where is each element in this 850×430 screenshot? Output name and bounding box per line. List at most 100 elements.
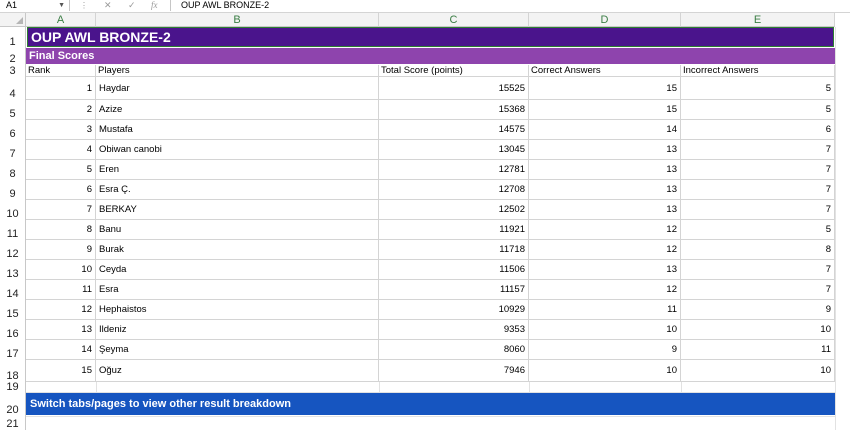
correct-answers-cell[interactable]: 13 bbox=[529, 160, 681, 180]
sheet-subtitle[interactable]: Final Scores bbox=[26, 48, 835, 64]
incorrect-answers-cell[interactable]: 10 bbox=[681, 320, 835, 340]
total-score-cell[interactable]: 11921 bbox=[379, 220, 529, 240]
total-score-cell[interactable]: 12781 bbox=[379, 160, 529, 180]
row-header[interactable]: 8 bbox=[0, 160, 26, 180]
sheet-title[interactable]: OUP AWL BRONZE-2 bbox=[27, 27, 834, 47]
rank-cell[interactable]: 6 bbox=[26, 180, 96, 200]
correct-answers-cell[interactable]: 12 bbox=[529, 220, 681, 240]
total-score-cell[interactable]: 12708 bbox=[379, 180, 529, 200]
correct-answers-cell[interactable]: 10 bbox=[529, 360, 681, 382]
rank-cell[interactable]: 2 bbox=[26, 100, 96, 120]
incorrect-answers-cell[interactable]: 9 bbox=[681, 300, 835, 320]
correct-answers-cell[interactable]: 13 bbox=[529, 180, 681, 200]
correct-answers-cell[interactable]: 15 bbox=[529, 100, 681, 120]
header-correct-answers[interactable]: Correct Answers bbox=[529, 65, 681, 77]
rank-cell[interactable]: 13 bbox=[26, 320, 96, 340]
rank-cell[interactable]: 3 bbox=[26, 120, 96, 140]
total-score-cell[interactable]: 7946 bbox=[379, 360, 529, 382]
correct-answers-cell[interactable]: 11 bbox=[529, 300, 681, 320]
player-cell[interactable]: Eren bbox=[96, 160, 379, 180]
row-header[interactable]: 15 bbox=[0, 300, 26, 320]
player-cell[interactable]: Ceyda bbox=[96, 260, 379, 280]
incorrect-answers-cell[interactable]: 10 bbox=[681, 360, 835, 382]
correct-answers-cell[interactable]: 10 bbox=[529, 320, 681, 340]
total-score-cell[interactable]: 11157 bbox=[379, 280, 529, 300]
total-score-cell[interactable]: 11718 bbox=[379, 240, 529, 260]
row-header[interactable]: 12 bbox=[0, 240, 26, 260]
total-score-cell[interactable]: 11506 bbox=[379, 260, 529, 280]
player-cell[interactable]: Haydar bbox=[96, 77, 379, 100]
incorrect-answers-cell[interactable]: 7 bbox=[681, 280, 835, 300]
column-header-b[interactable]: B bbox=[96, 13, 379, 27]
rank-cell[interactable]: 5 bbox=[26, 160, 96, 180]
correct-answers-cell[interactable]: 9 bbox=[529, 340, 681, 360]
rank-cell[interactable]: 14 bbox=[26, 340, 96, 360]
column-header-c[interactable]: C bbox=[379, 13, 529, 27]
row-header[interactable]: 11 bbox=[0, 220, 26, 240]
row-header[interactable]: 1 bbox=[0, 27, 26, 48]
correct-answers-cell[interactable]: 13 bbox=[529, 140, 681, 160]
total-score-cell[interactable]: 13045 bbox=[379, 140, 529, 160]
total-score-cell[interactable]: 14575 bbox=[379, 120, 529, 140]
total-score-cell[interactable]: 10929 bbox=[379, 300, 529, 320]
name-box[interactable]: A1 ▼ bbox=[2, 0, 70, 11]
incorrect-answers-cell[interactable]: 7 bbox=[681, 140, 835, 160]
column-header-d[interactable]: D bbox=[529, 13, 681, 27]
rank-cell[interactable]: 12 bbox=[26, 300, 96, 320]
rank-cell[interactable]: 8 bbox=[26, 220, 96, 240]
row-header[interactable]: 10 bbox=[0, 200, 26, 220]
rank-cell[interactable]: 9 bbox=[26, 240, 96, 260]
correct-answers-cell[interactable]: 13 bbox=[529, 260, 681, 280]
correct-answers-cell[interactable]: 12 bbox=[529, 280, 681, 300]
player-cell[interactable]: Hephaistos bbox=[96, 300, 379, 320]
total-score-cell[interactable]: 8060 bbox=[379, 340, 529, 360]
chevron-down-icon[interactable]: ▼ bbox=[58, 0, 65, 11]
total-score-cell[interactable]: 9353 bbox=[379, 320, 529, 340]
rank-cell[interactable]: 4 bbox=[26, 140, 96, 160]
rank-cell[interactable]: 1 bbox=[26, 77, 96, 100]
row-header[interactable]: 20 bbox=[0, 393, 26, 416]
incorrect-answers-cell[interactable]: 7 bbox=[681, 180, 835, 200]
player-cell[interactable]: Ildeniz bbox=[96, 320, 379, 340]
player-cell[interactable]: Esra bbox=[96, 280, 379, 300]
row-header[interactable]: 19 bbox=[0, 381, 26, 393]
row-header[interactable]: 7 bbox=[0, 140, 26, 160]
rank-cell[interactable]: 11 bbox=[26, 280, 96, 300]
cancel-icon[interactable]: ✕ bbox=[104, 0, 112, 11]
row-header[interactable]: 5 bbox=[0, 100, 26, 120]
row-header[interactable]: 13 bbox=[0, 260, 26, 280]
rank-cell[interactable]: 10 bbox=[26, 260, 96, 280]
total-score-cell[interactable]: 12502 bbox=[379, 200, 529, 220]
correct-answers-cell[interactable]: 15 bbox=[529, 77, 681, 100]
incorrect-answers-cell[interactable]: 7 bbox=[681, 160, 835, 180]
row-header[interactable]: 6 bbox=[0, 120, 26, 140]
player-cell[interactable]: Esra Ç. bbox=[96, 180, 379, 200]
footer-note[interactable]: Switch tabs/pages to view other result b… bbox=[26, 393, 835, 415]
enter-icon[interactable]: ✓ bbox=[128, 0, 136, 11]
row-header[interactable]: 18 bbox=[0, 360, 26, 382]
header-incorrect-answers[interactable]: Incorrect Answers bbox=[681, 65, 835, 77]
incorrect-answers-cell[interactable]: 8 bbox=[681, 240, 835, 260]
incorrect-answers-cell[interactable]: 11 bbox=[681, 340, 835, 360]
incorrect-answers-cell[interactable]: 5 bbox=[681, 77, 835, 100]
row-header[interactable]: 21 bbox=[0, 416, 26, 430]
row-header[interactable]: 9 bbox=[0, 180, 26, 200]
header-rank[interactable]: Rank bbox=[26, 65, 96, 77]
incorrect-answers-cell[interactable]: 7 bbox=[681, 260, 835, 280]
player-cell[interactable]: Azize bbox=[96, 100, 379, 120]
incorrect-answers-cell[interactable]: 6 bbox=[681, 120, 835, 140]
row-header[interactable]: 4 bbox=[0, 77, 26, 100]
incorrect-answers-cell[interactable]: 5 bbox=[681, 100, 835, 120]
row-header[interactable]: 17 bbox=[0, 340, 26, 360]
insert-function-icon[interactable]: fx bbox=[151, 0, 158, 11]
row-header[interactable]: 2 bbox=[0, 48, 26, 65]
player-cell[interactable]: Banu bbox=[96, 220, 379, 240]
player-cell[interactable]: Mustafa bbox=[96, 120, 379, 140]
player-cell[interactable]: Şeyma bbox=[96, 340, 379, 360]
row-header[interactable]: 14 bbox=[0, 280, 26, 300]
player-cell[interactable]: Burak bbox=[96, 240, 379, 260]
correct-answers-cell[interactable]: 12 bbox=[529, 240, 681, 260]
incorrect-answers-cell[interactable]: 7 bbox=[681, 200, 835, 220]
row-header[interactable]: 16 bbox=[0, 320, 26, 340]
row-header[interactable]: 3 bbox=[0, 65, 26, 77]
